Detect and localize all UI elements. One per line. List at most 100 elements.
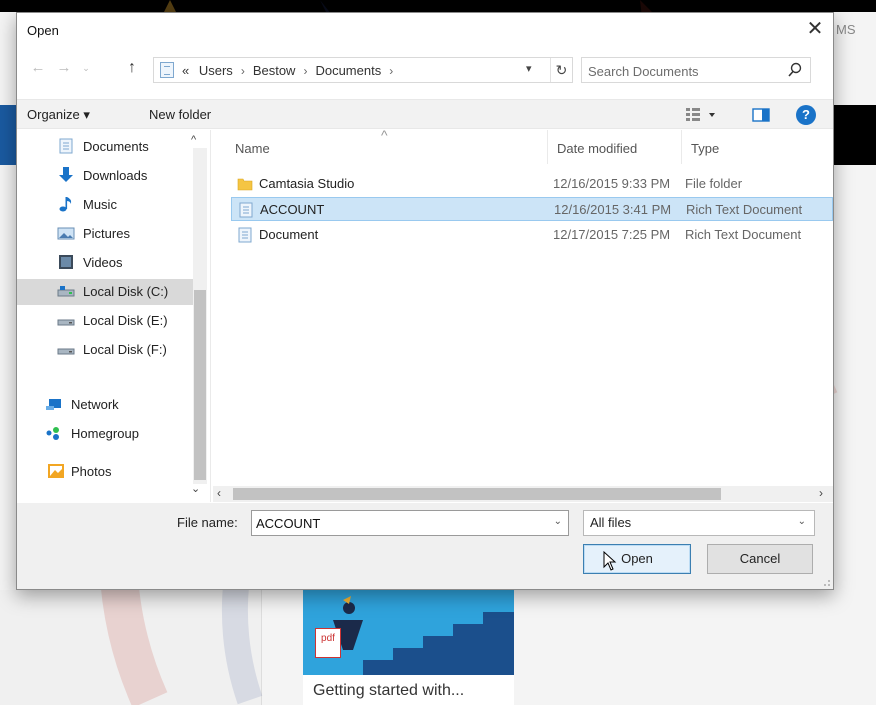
nav-item-network[interactable]: Network <box>17 392 193 418</box>
nav-item-homegroup[interactable]: Homegroup <box>17 421 193 447</box>
file-name: Document <box>259 227 319 242</box>
column-divider[interactable] <box>681 130 682 164</box>
address-dropdown-chevron-icon[interactable]: ▾ <box>526 62 532 75</box>
open-button-label: Open <box>621 551 653 566</box>
search-box[interactable] <box>581 57 811 83</box>
organize-menu-button[interactable]: Organize ▾ <box>27 107 90 123</box>
mouse-cursor-icon <box>603 551 617 571</box>
nav-item-label: Photos <box>71 464 112 479</box>
search-input[interactable] <box>588 62 778 80</box>
nav-item-local-disk-e[interactable]: Local Disk (E:) <box>17 308 193 334</box>
documents-icon <box>59 138 73 154</box>
card-title: Getting started with... <box>313 682 465 699</box>
nav-item-label: Music <box>83 197 117 212</box>
breadcrumb-users[interactable]: Users <box>199 63 233 78</box>
nav-item-pictures[interactable]: Pictures <box>17 221 193 247</box>
nav-item-label: Homegroup <box>71 426 139 441</box>
folder-icon <box>237 178 253 191</box>
nav-item-label: Pictures <box>83 226 130 241</box>
search-icon[interactable] <box>788 62 802 78</box>
pictures-icon <box>57 227 75 240</box>
close-icon: ✕ <box>806 18 824 40</box>
forward-arrow-icon[interactable]: → <box>55 59 73 79</box>
column-divider[interactable] <box>547 130 548 164</box>
refresh-button[interactable]: ↻ <box>550 58 572 82</box>
file-date-modified: 12/16/2015 9:33 PM <box>553 176 671 191</box>
column-header-name[interactable]: Name <box>235 141 270 156</box>
open-button[interactable]: Open <box>583 544 691 574</box>
dialog-footer: File name: ⌄ All files ⌄ Open Cancel <box>17 503 833 589</box>
nav-scrollbar-thumb[interactable] <box>194 290 206 480</box>
nav-item-label: Local Disk (F:) <box>83 342 167 357</box>
getting-started-card[interactable]: pdf Getting started with... <box>303 590 514 705</box>
background-window-label: MS <box>836 22 856 37</box>
file-type-select[interactable]: All files ⌄ <box>583 510 815 536</box>
help-icon[interactable]: ? <box>796 105 816 125</box>
breadcrumb-separator[interactable]: › <box>241 64 245 78</box>
card-thumbnail: pdf <box>303 590 514 675</box>
nav-item-local-disk-c[interactable]: Local Disk (C:) <box>17 279 193 305</box>
nav-item-label: Network <box>71 397 119 412</box>
pdf-label: pdf <box>321 633 335 644</box>
file-row-camtasia-studio[interactable]: Camtasia Studio 12/16/2015 9:33 PM File … <box>231 172 833 196</box>
homegroup-icon <box>46 427 59 440</box>
nav-item-label: Documents <box>83 139 149 154</box>
drive-c-icon <box>57 286 75 297</box>
scroll-left-icon[interactable]: ‹ <box>217 486 221 500</box>
horizontal-scrollbar[interactable]: ‹ › <box>213 486 833 502</box>
pdf-icon: pdf <box>315 628 341 658</box>
file-row-account[interactable]: ACCOUNT 12/16/2015 3:41 PM Rich Text Doc… <box>231 197 833 221</box>
nav-item-documents[interactable]: Documents <box>17 134 193 160</box>
close-button[interactable]: ✕ <box>801 17 829 43</box>
horizontal-scrollbar-thumb[interactable] <box>233 488 721 500</box>
scroll-right-icon[interactable]: › <box>819 486 823 500</box>
recent-locations-chevron-icon[interactable]: ⌄ <box>77 63 95 83</box>
sort-ascending-icon: ^ <box>381 127 388 143</box>
network-icon <box>46 399 61 410</box>
nav-item-downloads[interactable]: Downloads <box>17 163 193 189</box>
breadcrumb-bestow[interactable]: Bestow <box>253 63 296 78</box>
breadcrumb-documents[interactable]: Documents <box>315 63 381 78</box>
breadcrumb-separator[interactable]: › <box>303 64 307 78</box>
chevron-down-icon: ⌄ <box>797 516 806 527</box>
file-date-modified: 12/17/2015 7:25 PM <box>553 227 671 242</box>
background-header-block <box>830 105 876 165</box>
file-name-label: File name: <box>177 515 238 530</box>
file-name: ACCOUNT <box>260 202 325 217</box>
nav-item-photos[interactable]: Photos <box>17 459 193 485</box>
cancel-button[interactable]: Cancel <box>707 544 813 574</box>
nav-item-label: Videos <box>83 255 123 270</box>
dialog-title: Open <box>27 23 59 38</box>
drive-icon <box>57 348 75 355</box>
refresh-icon: ↻ <box>555 62 568 78</box>
dialog-titlebar[interactable]: Open ✕ <box>17 13 833 47</box>
drive-icon <box>57 319 75 326</box>
breadcrumb-overflow[interactable]: « <box>182 63 189 78</box>
file-type-value: All files <box>590 515 632 530</box>
nav-item-videos[interactable]: Videos <box>17 250 193 276</box>
rtf-document-icon <box>238 227 252 243</box>
file-name-input[interactable] <box>256 514 536 532</box>
nav-item-local-disk-f[interactable]: Local Disk (F:) <box>17 337 193 363</box>
chevron-down-icon[interactable]: ⌄ <box>554 516 562 527</box>
file-name-combobox[interactable]: ⌄ <box>251 510 569 536</box>
column-headers: ^ Name Date modified Type <box>213 127 833 166</box>
up-arrow-icon[interactable]: ↑ <box>123 59 141 79</box>
address-bar[interactable]: « Users › Bestow › Documents › ▾ ↻ <box>153 57 573 83</box>
new-folder-button[interactable]: New folder <box>149 107 211 122</box>
nav-item-music[interactable]: Music <box>17 192 193 218</box>
rtf-document-icon <box>239 202 253 218</box>
column-header-type[interactable]: Type <box>691 141 719 156</box>
back-arrow-icon[interactable]: ← <box>29 59 47 79</box>
resize-grip-icon[interactable] <box>821 577 831 587</box>
change-view-icon[interactable] <box>685 106 719 124</box>
file-type: Rich Text Document <box>686 202 803 217</box>
column-header-date-modified[interactable]: Date modified <box>557 141 637 156</box>
file-row-document[interactable]: Document 12/17/2015 7:25 PM Rich Text Do… <box>231 223 833 247</box>
navigation-pane: ^ ⌄ Documents Downloads Music Pictures V… <box>17 130 211 502</box>
breadcrumb-separator[interactable]: › <box>389 64 393 78</box>
nav-item-label: Downloads <box>83 168 148 183</box>
command-toolbar: Organize ▾ New folder ? <box>17 99 833 129</box>
music-icon <box>59 197 72 212</box>
preview-pane-icon[interactable] <box>752 107 770 123</box>
